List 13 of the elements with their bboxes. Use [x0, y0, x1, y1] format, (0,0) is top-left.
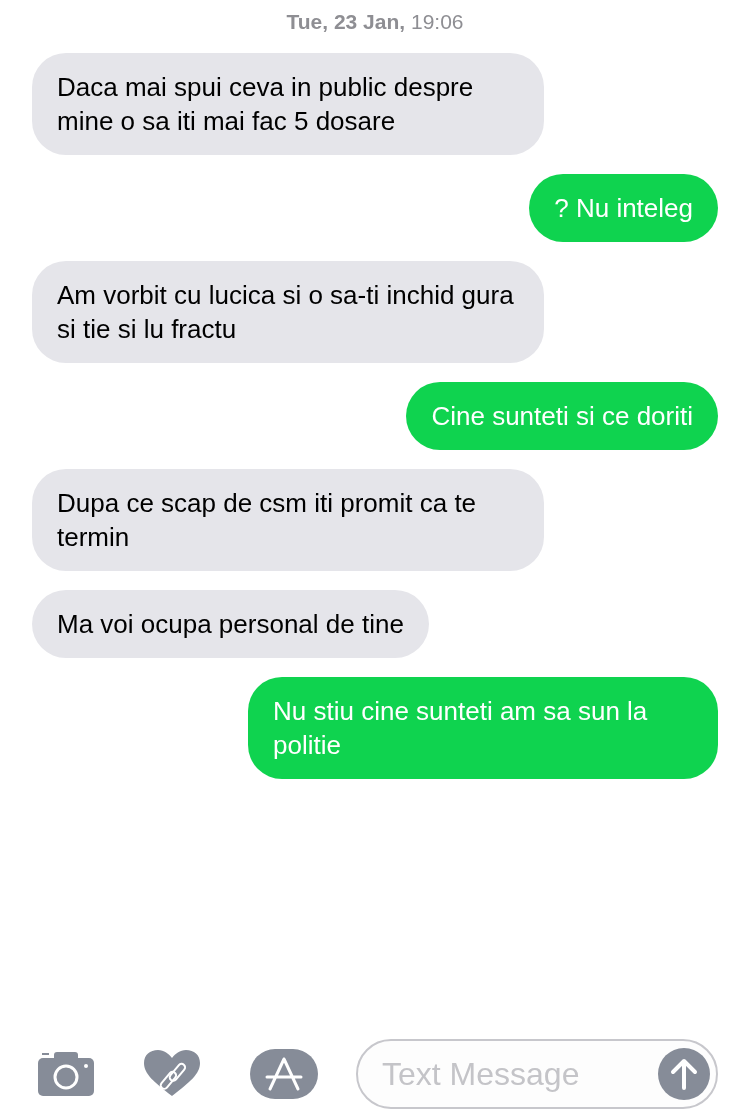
timestamp: Tue, 23 Jan, 19:06: [285, 9, 465, 35]
heart-icon[interactable]: [144, 1050, 200, 1098]
message-bubble: Cine sunteti si ce doriti: [406, 382, 718, 450]
message-bubble: Dupa ce scap de csm iti promit ca te termin: [32, 469, 544, 571]
message-input-field[interactable]: Text Message: [356, 1039, 718, 1109]
camera-icon[interactable]: [38, 1052, 94, 1096]
message-bubble: Daca mai spui ceva in public despre mine o sa iti mai fac 5 dosare: [32, 53, 544, 155]
send-icon[interactable]: [658, 1048, 710, 1100]
message-bubble: Am vorbit cu lucica si o sa-ti inchid gura si tie si lu fractu: [32, 261, 544, 363]
message-bubble: Ma voi ocupa personal de tine: [32, 590, 429, 658]
message-bubble: ? Nu inteleg: [529, 174, 718, 242]
app-store-icon[interactable]: [250, 1049, 318, 1099]
message-bubble: Nu stiu cine sunteti am sa sun la politie: [248, 677, 718, 779]
